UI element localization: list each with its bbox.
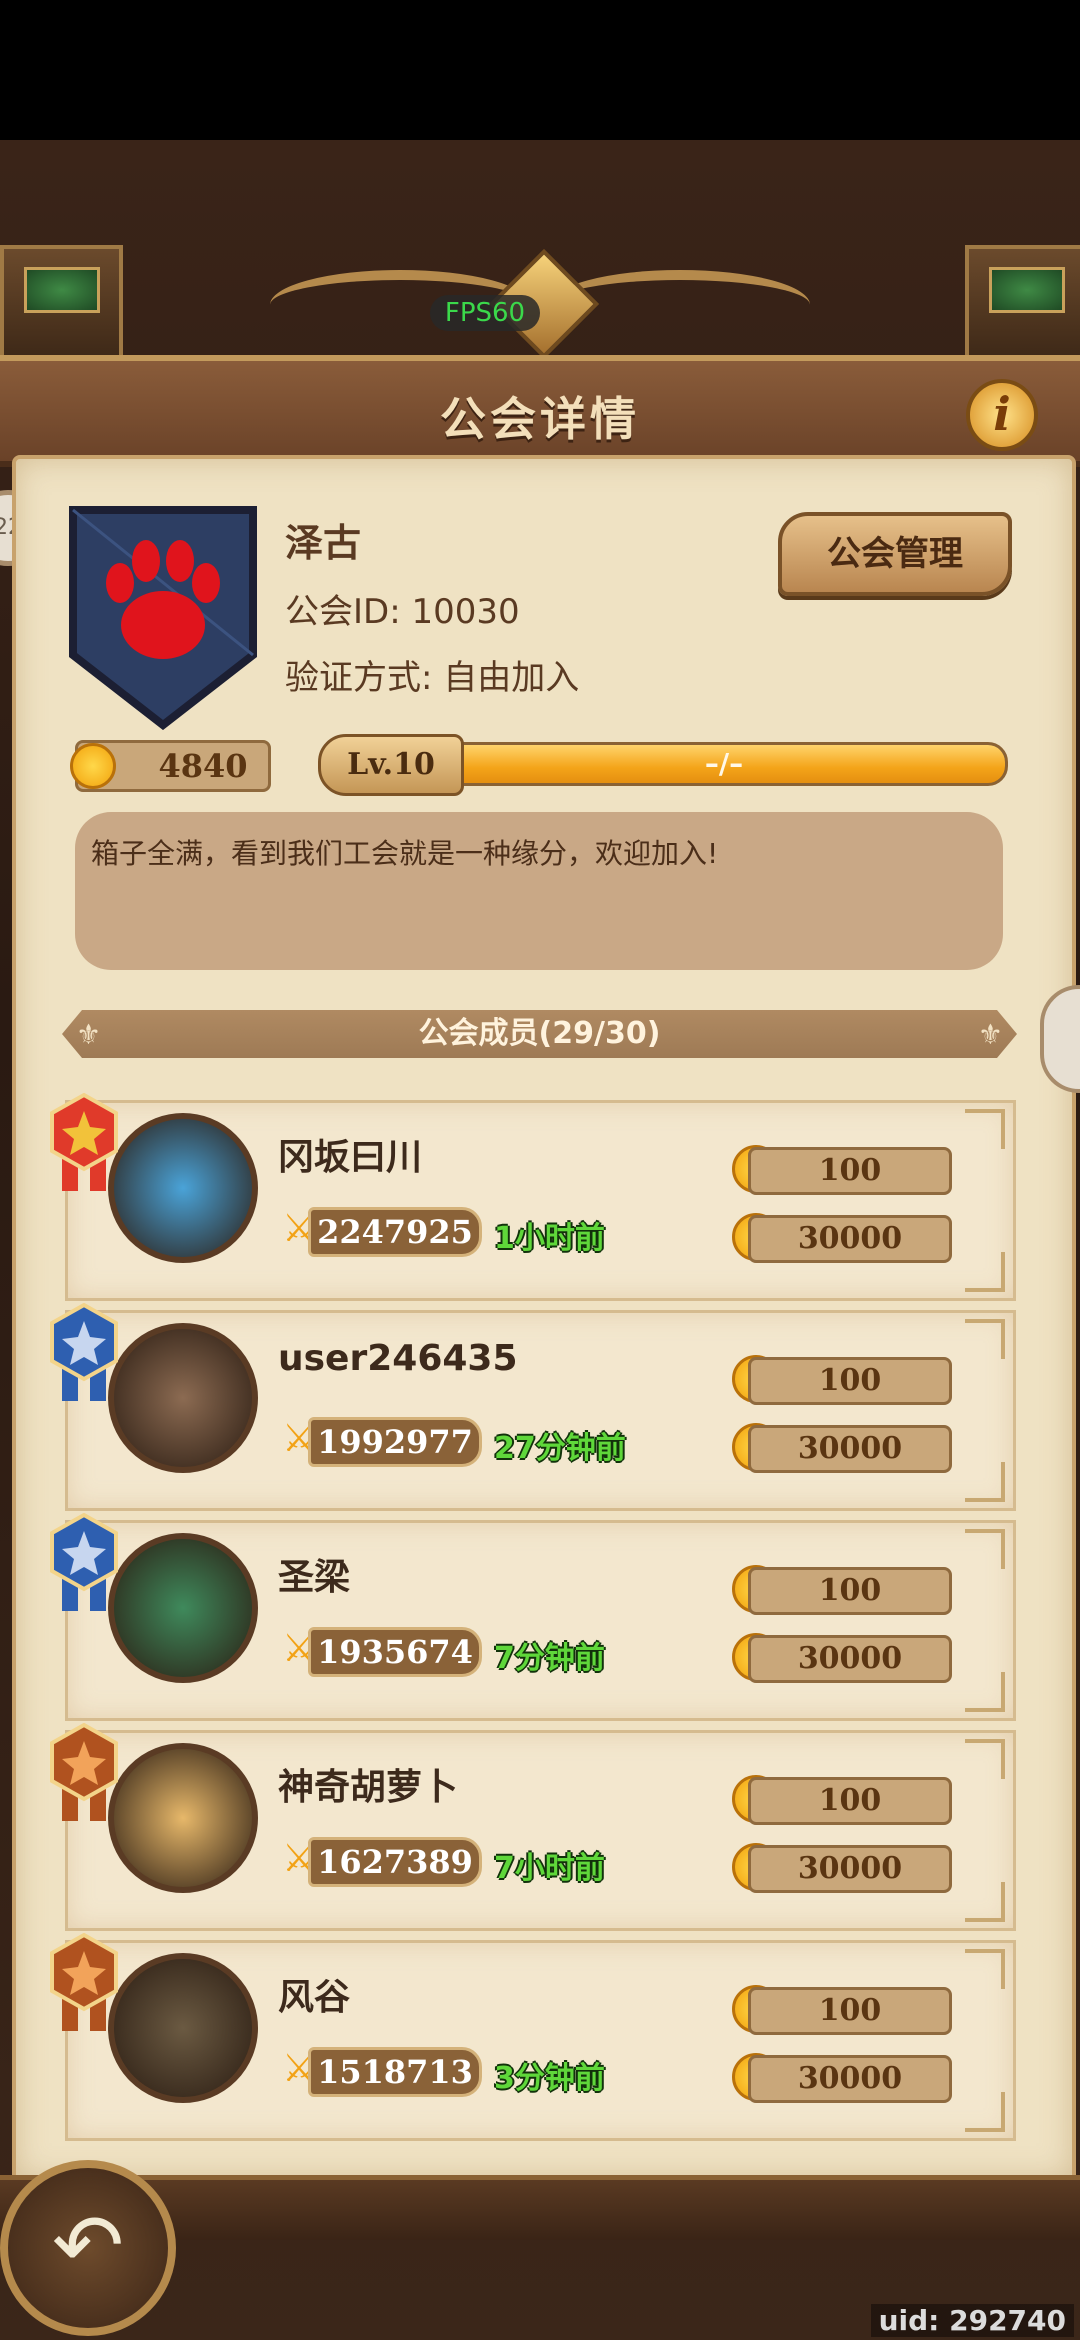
member-last-online: 1小时前 xyxy=(494,1221,605,1256)
corner-ornament xyxy=(965,2092,1005,2132)
rank-badge-icon xyxy=(50,1723,118,1821)
member-card[interactable]: 圣梁 ⚔ 1935674 7分钟前 100 30000 xyxy=(50,1513,1016,1721)
back-button[interactable]: ↶ xyxy=(0,2160,176,2336)
corner-ornament xyxy=(965,1109,1005,1149)
corner-ornament xyxy=(965,1882,1005,1922)
back-arrow-icon: ↶ xyxy=(51,2196,125,2296)
corner-ornament xyxy=(965,1462,1005,1502)
member-coins: 100 xyxy=(748,1357,952,1405)
guild-coin-box: 4840 xyxy=(70,740,271,792)
member-coins: 100 xyxy=(748,1987,952,2035)
guild-manage-button[interactable]: 公会管理 xyxy=(778,512,1012,596)
member-last-online: 27分钟前 xyxy=(494,1431,626,1466)
member-name: user246435 xyxy=(278,1338,518,1379)
emerald-ornament xyxy=(24,267,100,313)
member-contribution: 30000 xyxy=(748,1215,952,1263)
guild-emblem xyxy=(69,506,257,730)
member-avatar[interactable] xyxy=(108,1113,258,1263)
guild-notice: 箱子全满，看到我们工会就是一种缘分，欢迎加入! xyxy=(75,812,1003,970)
member-power: 1627389 xyxy=(308,1837,482,1887)
rank-badge-icon xyxy=(50,1093,118,1191)
guild-id: 公会ID: 10030 xyxy=(285,592,520,632)
members-header: ⚜ 公会成员(29/30) ⚜ xyxy=(62,1010,1017,1058)
member-name: 神奇胡萝卜 xyxy=(278,1767,459,1808)
member-card[interactable]: 风谷 ⚔ 1518713 3分钟前 100 30000 xyxy=(50,1933,1016,2141)
gold-coin-icon xyxy=(70,743,116,789)
member-coins: 100 xyxy=(748,1567,952,1615)
guild-notice-text: 箱子全满，看到我们工会就是一种缘分，欢迎加入! xyxy=(91,837,719,870)
corner-ornament xyxy=(965,1319,1005,1359)
member-avatar[interactable] xyxy=(108,1743,258,1893)
member-coins: 100 xyxy=(748,1777,952,1825)
corner-ornament xyxy=(965,1672,1005,1712)
member-last-online: 7分钟前 xyxy=(494,1641,605,1676)
guild-level-badge: Lv.10 xyxy=(318,734,464,796)
fps-counter: FPS60 xyxy=(430,295,540,331)
info-button[interactable]: i xyxy=(966,379,1038,451)
corner-ornament xyxy=(965,1252,1005,1292)
status-bar xyxy=(0,0,1080,140)
corner-ornament xyxy=(965,1739,1005,1779)
guild-coins: 4840 xyxy=(158,747,248,785)
member-avatar[interactable] xyxy=(108,1323,258,1473)
member-contribution: 30000 xyxy=(748,1425,952,1473)
member-power: 1518713 xyxy=(308,2047,482,2097)
member-avatar[interactable] xyxy=(108,1953,258,2103)
member-last-online: 3分钟前 xyxy=(494,2061,605,2096)
member-coins: 100 xyxy=(748,1147,952,1195)
corner-ornament xyxy=(965,1949,1005,1989)
member-card[interactable]: user246435 ⚔ 1992977 27分钟前 100 30000 xyxy=(50,1303,1016,1511)
member-power: 2247925 xyxy=(308,1207,482,1257)
member-avatar[interactable] xyxy=(108,1533,258,1683)
member-name: 风谷 xyxy=(278,1977,351,2018)
level-progress-text: –/– xyxy=(704,747,744,780)
guild-name: 泽古 xyxy=(285,521,362,565)
left-pillar xyxy=(0,245,123,363)
member-last-online: 7小时前 xyxy=(494,1851,605,1886)
members-title: 公会成员(29/30) xyxy=(418,1016,661,1051)
member-name: 圣梁 xyxy=(278,1557,351,1598)
page-title: 公会详情 xyxy=(440,392,640,446)
member-contribution: 30000 xyxy=(748,1845,952,1893)
member-power: 1992977 xyxy=(308,1417,482,1467)
rank-badge-icon xyxy=(50,1303,118,1401)
rank-badge-icon xyxy=(50,1513,118,1611)
guild-level-progress: –/– xyxy=(440,742,1008,786)
title-bar: 公会详情 i xyxy=(0,355,1080,467)
member-card[interactable]: 冈坂曰川 ⚔ 2247925 1小时前 100 30000 xyxy=(50,1093,1016,1301)
user-id-label: uid: 292740 xyxy=(870,2304,1074,2337)
emerald-ornament xyxy=(989,267,1065,313)
corner-ornament xyxy=(965,1529,1005,1569)
rank-badge-icon xyxy=(50,1933,118,2031)
member-name: 冈坂曰川 xyxy=(278,1137,423,1178)
member-card[interactable]: 神奇胡萝卜 ⚔ 1627389 7小时前 100 30000 xyxy=(50,1723,1016,1931)
member-contribution: 30000 xyxy=(748,2055,952,2103)
right-pillar xyxy=(965,245,1080,363)
guild-verify-method: 验证方式: 自由加入 xyxy=(285,658,580,698)
member-contribution: 30000 xyxy=(748,1635,952,1683)
fleur-icon: ⚜ xyxy=(977,1018,1003,1051)
member-power: 1935674 xyxy=(308,1627,482,1677)
